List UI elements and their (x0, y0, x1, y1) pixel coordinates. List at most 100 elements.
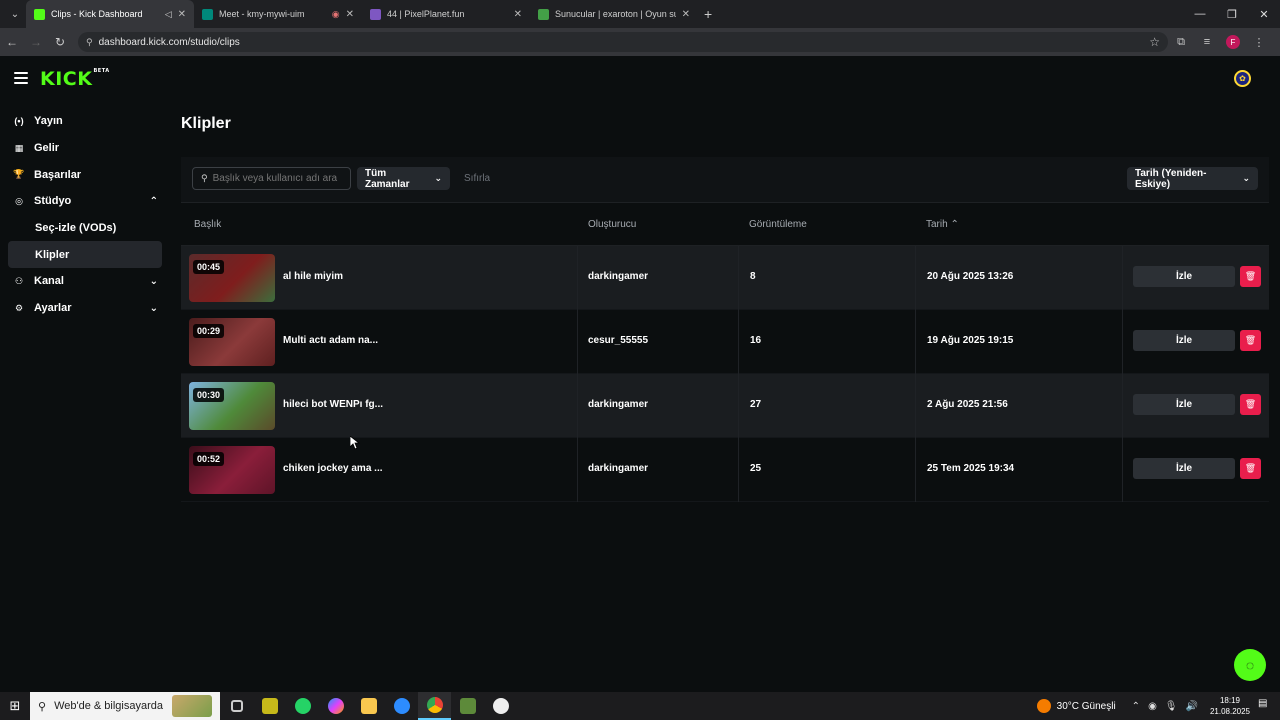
close-tab-icon[interactable]: ✕ (682, 9, 690, 20)
chevron-up-icon[interactable]: ⌃ (150, 196, 158, 207)
tab-list: Clips - Kick Dashboard ◁ ✕ Meet - kmy-mywi-… (26, 0, 698, 28)
search-box[interactable]: ⚲ (192, 167, 351, 190)
minimize-icon[interactable]: — (1184, 8, 1216, 21)
browser-tab[interactable]: 44 | PixelPlanet.fun ✕ (362, 0, 530, 28)
reset-button[interactable]: Sıfırla (464, 173, 490, 184)
zoom-icon[interactable] (385, 692, 418, 720)
time-filter-dropdown[interactable]: Tüm Zamanlar ⌄ (357, 167, 450, 190)
support-chat-button[interactable]: ◌ (1234, 649, 1266, 681)
column-divider (915, 374, 916, 438)
extensions-icon[interactable]: ⧉ (1168, 36, 1194, 49)
reload-icon[interactable]: ↻ (48, 35, 72, 49)
bookmark-star-icon[interactable]: ☆ (1149, 35, 1160, 49)
minecraft-icon[interactable] (451, 692, 484, 720)
delete-button[interactable]: 🗑 (1240, 330, 1261, 351)
header-date[interactable]: Tarih ⌃ (926, 219, 959, 230)
task-view-icon[interactable] (220, 692, 253, 720)
sidebar-item-label: Ayarlar (34, 302, 72, 315)
user-avatar[interactable]: ✿ (1234, 70, 1251, 87)
app-topbar: KICKBETA ✿ (0, 58, 1280, 100)
volume-icon[interactable]: 🔊 (1186, 701, 1198, 712)
windows-start-icon[interactable]: ⊞ (0, 698, 30, 714)
watch-button[interactable]: İzle (1133, 458, 1235, 479)
column-divider (738, 310, 739, 374)
header-title[interactable]: Başlık (194, 219, 221, 230)
close-tab-icon[interactable]: ✕ (514, 9, 522, 20)
sidebar-item[interactable]: Klipler (8, 241, 162, 269)
media-controls-icon[interactable]: ≡ (1194, 36, 1220, 48)
microphone-icon[interactable]: 🎙 (1165, 701, 1178, 712)
back-icon[interactable]: ← (0, 35, 24, 49)
file-explorer-icon[interactable] (352, 692, 385, 720)
weather-icon[interactable] (1036, 699, 1051, 713)
delete-button[interactable]: 🗑 (1240, 458, 1261, 479)
column-divider (577, 310, 578, 374)
clip-views: 16 (750, 335, 762, 346)
forward-icon[interactable]: → (24, 35, 48, 49)
tab-audio-icon[interactable]: ◁ (165, 9, 172, 20)
clip-duration: 00:45 (193, 260, 225, 274)
trash-icon: 🗑 (1244, 399, 1257, 409)
watch-button[interactable]: İzle (1133, 394, 1235, 415)
column-divider (577, 438, 578, 502)
kick-logo[interactable]: KICKBETA (40, 68, 110, 90)
sort-dropdown[interactable]: Tarih (Yeniden-Eskiye) ⌄ (1127, 167, 1258, 190)
sidebar-item[interactable]: ◎ Stüdyo ⌃ (8, 188, 162, 215)
header-views[interactable]: Görüntüleme (749, 219, 807, 230)
profile-avatar[interactable]: F (1226, 35, 1240, 49)
tab-title: Sunucular | exaroton | Oyun sunu (555, 9, 676, 19)
sidebar-item[interactable]: Seç-izle (VODs) (8, 215, 162, 242)
steam-icon[interactable] (484, 692, 517, 720)
notifications-icon[interactable]: ▤ (1258, 698, 1274, 714)
browser-menu-icon[interactable]: ⋮ (1246, 36, 1272, 49)
watch-button[interactable]: İzle (1133, 330, 1235, 351)
clock[interactable]: 18:19 21.08.2025 (1210, 695, 1250, 717)
url-input[interactable]: ⚲ dashboard.kick.com/studio/clips ☆ (78, 32, 1168, 52)
favicon-icon (34, 8, 45, 20)
browser-tab[interactable]: Sunucular | exaroton | Oyun sunu ✕ (530, 0, 698, 28)
clips-table: Başlık Oluşturucu Görüntüleme Tarih ⌃ 00… (181, 204, 1269, 502)
sidebar-item[interactable]: ⚙ Ayarlar ⌄ (8, 295, 162, 322)
chevron-up-icon[interactable]: ⌃ (1132, 701, 1140, 712)
chevron-down-icon[interactable]: ⌄ (150, 303, 158, 314)
tab-search-icon[interactable]: ⌄ (4, 3, 26, 25)
sidebar-item[interactable]: 🏆 Başarılar (8, 161, 162, 188)
trophy-icon: 🏆 (13, 169, 25, 180)
notes-app-icon[interactable] (253, 692, 286, 720)
column-divider (1122, 246, 1123, 310)
sidebar-item[interactable]: ▦ Gelir (8, 135, 162, 162)
column-divider (915, 310, 916, 374)
weather-temp: 30°C (1056, 700, 1079, 712)
header-date-label: Tarih (926, 219, 948, 230)
browser-tab[interactable]: Clips - Kick Dashboard ◁ ✕ (26, 0, 194, 28)
sort-asc-icon: ⌃ (950, 219, 959, 230)
restore-icon[interactable]: ❐ (1216, 8, 1248, 21)
site-info-icon[interactable]: ⚲ (86, 37, 93, 48)
camera-icon[interactable]: ◉ (1148, 701, 1157, 712)
delete-button[interactable]: 🗑 (1240, 394, 1261, 415)
close-tab-icon[interactable]: ✕ (346, 9, 354, 20)
copilot-icon[interactable] (319, 692, 352, 720)
column-divider (1122, 374, 1123, 438)
clip-duration: 00:52 (193, 452, 225, 466)
delete-button[interactable]: 🗑 (1240, 266, 1261, 287)
new-tab-button[interactable]: + (704, 6, 712, 22)
favicon-icon (202, 8, 213, 20)
watch-button[interactable]: İzle (1133, 266, 1235, 287)
taskbar-search[interactable]: ⚲ Web'de & bilgisayarda (30, 692, 220, 720)
weather-label[interactable]: 30°C Güneşli (1057, 701, 1116, 712)
browser-tab[interactable]: Meet - kmy-mywi-uim ◉ ✕ (194, 0, 362, 28)
chrome-icon[interactable] (418, 692, 451, 720)
header-creator[interactable]: Oluşturucu (588, 219, 636, 230)
whatsapp-icon[interactable] (286, 692, 319, 720)
close-window-icon[interactable]: ✕ (1248, 8, 1280, 21)
menu-icon[interactable] (14, 72, 28, 84)
tab-recording-icon: ◉ (331, 8, 340, 19)
search-icon: ⚲ (38, 700, 47, 713)
close-tab-icon[interactable]: ✕ (178, 9, 186, 20)
sidebar-item[interactable]: (•) Yayın (8, 108, 162, 135)
sidebar-item-label: Stüdyo (34, 195, 72, 208)
chevron-down-icon[interactable]: ⌄ (150, 276, 158, 287)
search-input[interactable] (212, 173, 343, 184)
sidebar-item[interactable]: ⚇ Kanal ⌄ (8, 268, 162, 295)
